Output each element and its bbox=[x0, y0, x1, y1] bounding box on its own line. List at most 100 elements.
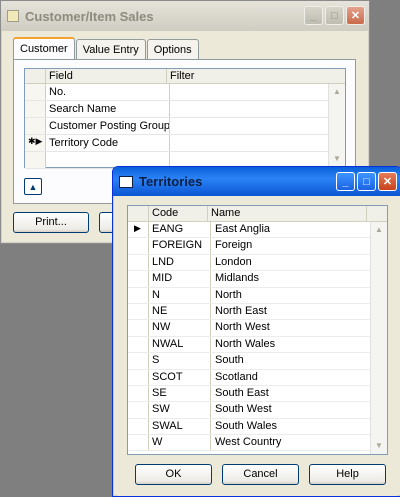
code-cell[interactable]: NE bbox=[149, 303, 211, 320]
print-button[interactable]: Print... bbox=[13, 212, 89, 233]
table-row[interactable]: ▶ EANG East Anglia bbox=[128, 222, 387, 239]
cancel-button[interactable]: Cancel bbox=[222, 464, 299, 485]
code-cell[interactable]: SE bbox=[149, 385, 211, 402]
help-button[interactable]: Help bbox=[309, 464, 386, 485]
name-cell[interactable]: North East bbox=[211, 303, 371, 320]
ok-button[interactable]: OK bbox=[135, 464, 212, 485]
row-selector[interactable] bbox=[128, 385, 149, 402]
code-cell[interactable]: FOREIGN bbox=[149, 238, 211, 254]
row-selector[interactable] bbox=[128, 238, 149, 254]
row-selector[interactable] bbox=[25, 152, 46, 168]
table-row[interactable]: SW South West bbox=[128, 402, 387, 419]
title-bar[interactable]: Territories _ □ ✕ bbox=[113, 167, 400, 196]
field-cell[interactable]: Search Name bbox=[46, 101, 170, 117]
code-cell[interactable]: SCOT bbox=[149, 369, 211, 385]
move-up-button[interactable]: ▲ bbox=[24, 178, 42, 195]
row-selector[interactable] bbox=[128, 254, 149, 271]
code-cell[interactable]: W bbox=[149, 435, 211, 451]
code-cell[interactable]: LND bbox=[149, 254, 211, 271]
scroll-up-button[interactable]: ▲ bbox=[329, 84, 345, 100]
tab-options[interactable]: Options bbox=[146, 39, 199, 60]
row-selector[interactable]: ▶ bbox=[128, 222, 149, 238]
scroll-up-button[interactable]: ▲ bbox=[371, 222, 387, 238]
close-button[interactable]: ✕ bbox=[346, 6, 365, 25]
name-cell[interactable]: South bbox=[211, 353, 371, 369]
minimize-button[interactable]: _ bbox=[336, 172, 355, 191]
minimize-button[interactable]: _ bbox=[304, 6, 323, 25]
table-row[interactable]: MID Midlands bbox=[128, 271, 387, 288]
table-row[interactable]: Search Name bbox=[25, 101, 345, 118]
row-selector[interactable] bbox=[25, 118, 46, 134]
row-selector[interactable] bbox=[128, 369, 149, 385]
code-cell[interactable]: S bbox=[149, 353, 211, 369]
filter-cell[interactable] bbox=[170, 118, 324, 134]
field-cell[interactable]: Customer Posting Group bbox=[46, 118, 170, 134]
scroll-down-button[interactable]: ▼ bbox=[371, 438, 387, 454]
name-cell[interactable]: Midlands bbox=[211, 271, 371, 287]
table-row[interactable]: LND London bbox=[128, 254, 387, 272]
row-selector[interactable] bbox=[128, 402, 149, 418]
vertical-scrollbar[interactable]: ▲ ▼ bbox=[370, 222, 387, 454]
territories-window[interactable]: Territories _ □ ✕ Code Name ▶ EANG East An… bbox=[112, 166, 400, 497]
row-selector[interactable] bbox=[128, 418, 149, 435]
name-cell[interactable]: West Country bbox=[211, 435, 371, 451]
code-cell[interactable]: EANG bbox=[149, 222, 211, 238]
filter-cell[interactable] bbox=[170, 84, 324, 100]
tab-customer[interactable]: Customer bbox=[13, 37, 75, 61]
tab-value-entry[interactable]: Value Entry bbox=[75, 39, 146, 60]
table-row[interactable]: NE North East bbox=[128, 303, 387, 321]
row-selector[interactable] bbox=[128, 320, 149, 336]
name-cell[interactable]: South East bbox=[211, 385, 371, 402]
row-selector[interactable] bbox=[128, 271, 149, 287]
name-cell[interactable]: East Anglia bbox=[211, 222, 371, 238]
code-cell[interactable]: MID bbox=[149, 271, 211, 287]
code-cell[interactable]: SW bbox=[149, 402, 211, 418]
code-cell[interactable]: NWAL bbox=[149, 336, 211, 353]
name-cell[interactable]: North bbox=[211, 287, 371, 303]
column-header-code[interactable]: Code bbox=[149, 206, 208, 221]
name-cell[interactable]: Foreign bbox=[211, 238, 371, 254]
name-cell[interactable]: Scotland bbox=[211, 369, 371, 385]
code-cell[interactable]: SWAL bbox=[149, 418, 211, 435]
filter-grid[interactable]: Field Filter No. Search Name Customer Po… bbox=[24, 68, 346, 169]
column-header-name[interactable]: Name bbox=[208, 206, 367, 221]
close-button[interactable]: ✕ bbox=[378, 172, 397, 191]
filter-cell[interactable] bbox=[170, 101, 324, 117]
table-row[interactable]: W West Country bbox=[128, 435, 387, 452]
name-cell[interactable]: North Wales bbox=[211, 336, 371, 353]
name-cell[interactable]: London bbox=[211, 254, 371, 271]
name-cell[interactable]: North West bbox=[211, 320, 371, 336]
territories-grid[interactable]: Code Name ▶ EANG East Anglia FOREIGN Foreign… bbox=[127, 205, 388, 455]
row-selector[interactable] bbox=[25, 101, 46, 117]
table-row[interactable]: N North bbox=[128, 287, 387, 304]
table-row[interactable]: SCOT Scotland bbox=[128, 369, 387, 386]
table-row[interactable]: SE South East bbox=[128, 385, 387, 403]
row-selector[interactable] bbox=[128, 303, 149, 320]
table-row[interactable]: Customer Posting Group bbox=[25, 118, 345, 135]
table-row[interactable]: No. bbox=[25, 84, 345, 101]
name-cell[interactable]: South Wales bbox=[211, 418, 371, 435]
table-row[interactable]: FOREIGN Foreign bbox=[128, 238, 387, 255]
maximize-button[interactable]: □ bbox=[325, 6, 344, 25]
vertical-scrollbar[interactable]: ▲ ▼ bbox=[328, 84, 345, 167]
table-row[interactable]: S South bbox=[128, 353, 387, 370]
column-header-field[interactable]: Field bbox=[46, 69, 167, 83]
filter-cell[interactable] bbox=[170, 135, 324, 151]
maximize-button[interactable]: □ bbox=[357, 172, 376, 191]
row-selector[interactable] bbox=[25, 84, 46, 100]
table-row[interactable]: SWAL South Wales bbox=[128, 418, 387, 436]
row-selector[interactable] bbox=[128, 287, 149, 303]
field-cell[interactable]: No. bbox=[46, 84, 170, 100]
name-cell[interactable]: South West bbox=[211, 402, 371, 418]
field-cell[interactable]: Territory Code bbox=[46, 135, 170, 151]
row-selector[interactable] bbox=[128, 435, 149, 451]
title-bar[interactable]: Customer/Item Sales _ □ ✕ bbox=[1, 1, 369, 31]
row-selector[interactable] bbox=[128, 353, 149, 369]
row-selector[interactable]: ✱▶ bbox=[25, 135, 46, 151]
table-row[interactable]: NWAL North Wales bbox=[128, 336, 387, 354]
table-row[interactable]: ✱▶ Territory Code bbox=[25, 135, 345, 152]
row-selector[interactable] bbox=[128, 336, 149, 353]
code-cell[interactable]: NW bbox=[149, 320, 211, 336]
scroll-down-button[interactable]: ▼ bbox=[329, 151, 345, 167]
code-cell[interactable]: N bbox=[149, 287, 211, 303]
